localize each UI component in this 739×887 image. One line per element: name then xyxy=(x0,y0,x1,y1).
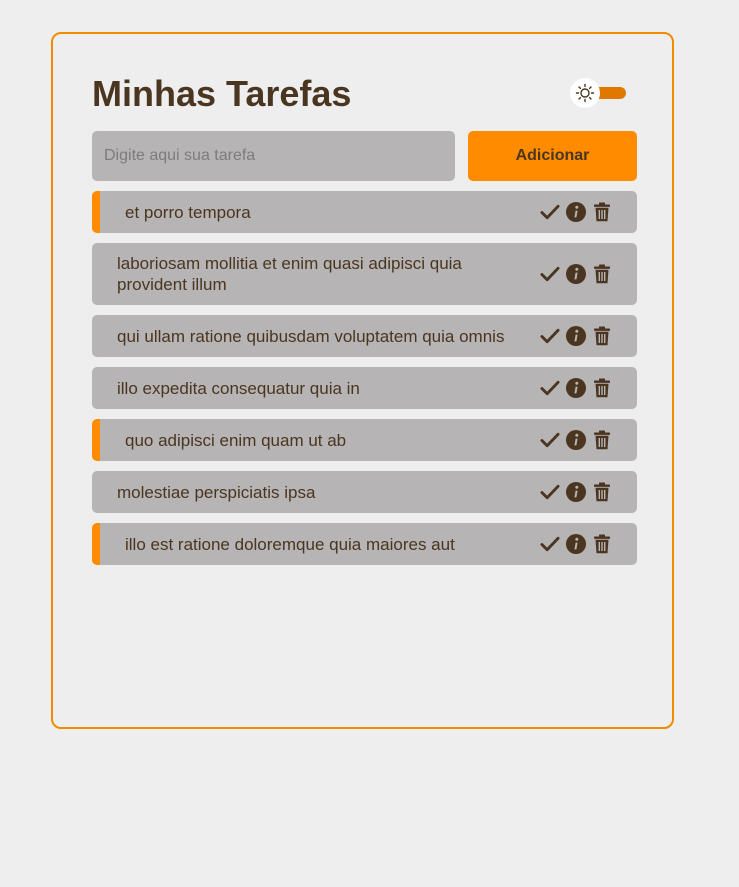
info-icon[interactable] xyxy=(566,377,586,399)
check-icon[interactable] xyxy=(540,533,560,555)
task-item: laboriosam mollitia et enim quasi adipis… xyxy=(92,243,637,305)
check-icon[interactable] xyxy=(540,263,560,285)
task-actions xyxy=(540,325,637,347)
task-item: illo expedita consequatur quia in xyxy=(92,367,637,409)
task-actions xyxy=(540,429,637,451)
info-icon[interactable] xyxy=(566,325,586,347)
trash-icon[interactable] xyxy=(592,263,612,285)
task-text: molestiae perspiciatis ipsa xyxy=(117,482,316,502)
task-form: Adicionar xyxy=(92,131,637,181)
task-item: illo est ratione doloremque quia maiores… xyxy=(92,523,637,565)
task-actions xyxy=(540,263,637,285)
sun-icon xyxy=(575,83,595,103)
task-text: quo adipisci enim quam ut ab xyxy=(125,430,347,450)
task-text: illo est ratione doloremque quia maiores… xyxy=(125,534,455,554)
task-actions xyxy=(540,201,637,223)
task-text: illo expedita consequatur quia in xyxy=(117,378,360,398)
task-input[interactable] xyxy=(92,131,455,181)
todo-card: Minhas Tarefas Adicionar xyxy=(51,32,674,729)
info-icon[interactable] xyxy=(566,201,586,223)
task-text: qui ullam ratione quibusdam voluptatem q… xyxy=(117,326,505,346)
task-text: laboriosam mollitia et enim quasi adipis… xyxy=(117,254,462,294)
trash-icon[interactable] xyxy=(592,429,612,451)
trash-icon[interactable] xyxy=(592,377,612,399)
info-icon[interactable] xyxy=(566,263,586,285)
task-actions xyxy=(540,481,637,503)
check-icon[interactable] xyxy=(540,325,560,347)
task-item: et porro tempora xyxy=(92,191,637,233)
trash-icon[interactable] xyxy=(592,533,612,555)
info-icon[interactable] xyxy=(566,429,586,451)
info-icon[interactable] xyxy=(566,533,586,555)
trash-icon[interactable] xyxy=(592,325,612,347)
task-actions xyxy=(540,377,637,399)
check-icon[interactable] xyxy=(540,377,560,399)
trash-icon[interactable] xyxy=(592,201,612,223)
check-icon[interactable] xyxy=(540,201,560,223)
task-actions xyxy=(540,533,637,555)
task-list: et porro tempora laboriosam mollitia et … xyxy=(92,191,637,575)
task-text: et porro tempora xyxy=(125,202,251,222)
add-task-button[interactable]: Adicionar xyxy=(468,131,637,181)
task-item: qui ullam ratione quibusdam voluptatem q… xyxy=(92,315,637,357)
theme-toggle[interactable] xyxy=(570,78,630,108)
check-icon[interactable] xyxy=(540,429,560,451)
check-icon[interactable] xyxy=(540,481,560,503)
page-title: Minhas Tarefas xyxy=(92,73,352,114)
task-item: molestiae perspiciatis ipsa xyxy=(92,471,637,513)
toggle-knob xyxy=(570,78,600,108)
task-item: quo adipisci enim quam ut ab xyxy=(92,419,637,461)
trash-icon[interactable] xyxy=(592,481,612,503)
info-icon[interactable] xyxy=(566,481,586,503)
